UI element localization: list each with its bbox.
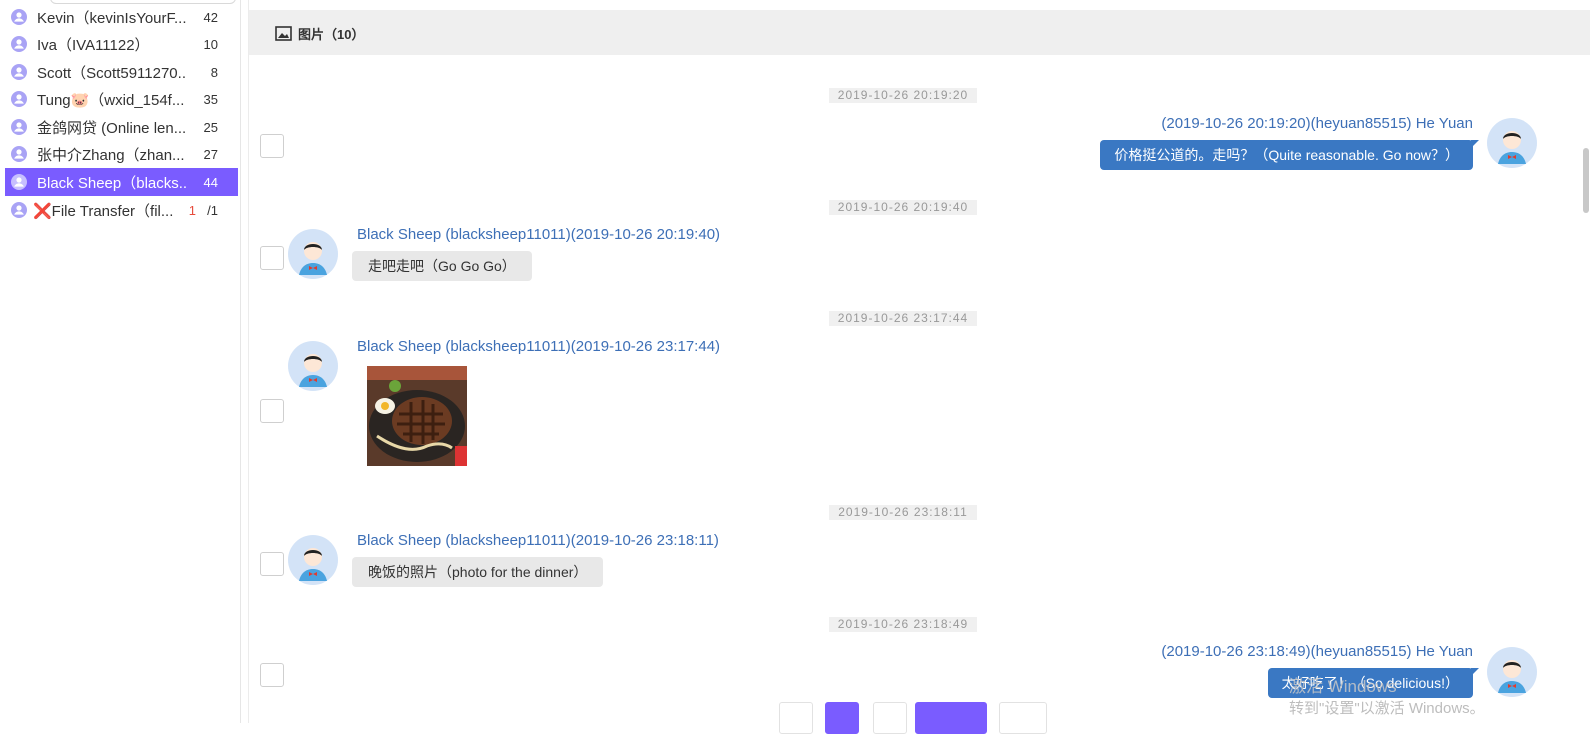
- contact-item[interactable]: 金鸽网贷 (Online len... 25: [5, 113, 238, 141]
- message-timestamp: 2019-10-26 20:19:20: [829, 88, 977, 103]
- user-icon: [11, 202, 27, 218]
- message-count: 35: [203, 91, 218, 107]
- message-count: 8: [210, 64, 218, 80]
- pager-page-button-active[interactable]: [825, 702, 859, 734]
- user-icon: [11, 36, 27, 52]
- message-bubble-incoming[interactable]: 晚饭的照片（photo for the dinner）: [352, 557, 604, 587]
- message-count: 42: [203, 9, 218, 25]
- tab-images[interactable]: 图片（10）: [275, 22, 364, 44]
- sender-name[interactable]: Black Sheep (blacksheep11011)(2019-10-26…: [357, 532, 719, 549]
- user-icon: [11, 174, 27, 190]
- message-select-checkbox[interactable]: [260, 399, 284, 423]
- avatar[interactable]: [288, 535, 338, 585]
- message-count: 25: [203, 119, 218, 135]
- contact-name: Tung🐷（wxid_154f...: [37, 91, 185, 109]
- contact-item-active[interactable]: Black Sheep（blacks... 44: [5, 168, 238, 196]
- contact-item[interactable]: Tung🐷（wxid_154f... 35: [5, 85, 238, 113]
- user-icon: [11, 9, 27, 25]
- user-icon: [11, 91, 27, 107]
- user-icon: [11, 64, 27, 80]
- message-bubble-outgoing[interactable]: 价格挺公道的。走吗？（Quite reasonable. Go now？）: [1100, 140, 1479, 170]
- activation-watermark-title: 激活 Windows: [1289, 677, 1397, 696]
- avatar[interactable]: [288, 229, 338, 279]
- contact-item[interactable]: Scott（Scott5911270... 8: [5, 58, 238, 86]
- contact-name: 金鸽网贷 (Online len...: [37, 119, 187, 137]
- sender-name[interactable]: (2019-10-26 23:18:49)(heyuan85515) He Yu…: [1161, 643, 1473, 660]
- pager-next-button[interactable]: [999, 702, 1047, 734]
- contact-sidebar: Kevin（kevinIsYourF... 42 Iva（IVA11122） 1…: [0, 0, 241, 723]
- chat-panel: 图片（10） 2019-10-26 20:19:20 (2019-10-26 2…: [248, 0, 1590, 734]
- image-icon: [275, 25, 292, 41]
- message-timestamp: 2019-10-26 23:17:44: [829, 311, 977, 326]
- unread-count: 1: [188, 202, 196, 218]
- dinner-photo[interactable]: [367, 366, 467, 466]
- media-tabbar: 图片（10）: [249, 10, 1590, 55]
- contact-item[interactable]: ❌File Transfer（fil... 1 /1: [5, 196, 238, 224]
- contact-item[interactable]: Kevin（kevinIsYourF... 42: [5, 3, 238, 31]
- sender-name[interactable]: (2019-10-26 20:19:20)(heyuan85515) He Yu…: [1161, 115, 1473, 132]
- avatar[interactable]: [1487, 118, 1537, 168]
- activation-watermark-text: 转到"设置"以激活 Windows。: [1289, 700, 1485, 717]
- message-total: /1: [207, 202, 218, 218]
- contact-item[interactable]: Iva（IVA11122） 10: [5, 30, 238, 58]
- message-bubble-incoming[interactable]: 走吧走吧（Go Go Go）: [352, 251, 532, 281]
- message-timestamp: 2019-10-26 23:18:11: [829, 505, 977, 520]
- message-timestamp: 2019-10-26 20:19:40: [829, 200, 977, 215]
- contact-name: Kevin（kevinIsYourF...: [37, 9, 187, 27]
- avatar[interactable]: [288, 341, 338, 391]
- contact-name: Scott（Scott5911270...: [37, 64, 187, 82]
- message-select-checkbox[interactable]: [260, 552, 284, 576]
- sender-name[interactable]: Black Sheep (blacksheep11011)(2019-10-26…: [357, 338, 720, 355]
- avatar[interactable]: [1487, 647, 1537, 697]
- message-select-checkbox[interactable]: [260, 663, 284, 687]
- message-select-checkbox[interactable]: [260, 134, 284, 158]
- tab-images-label: 图片（10）: [298, 26, 365, 42]
- message-count: 27: [203, 146, 218, 162]
- chat-scrollbar[interactable]: [1583, 148, 1589, 213]
- user-icon: [11, 146, 27, 162]
- message-timestamp: 2019-10-26 23:18:49: [829, 617, 977, 632]
- contact-item[interactable]: 张中介Zhang（zhan... 27: [5, 140, 238, 168]
- message-count: 44: [203, 174, 218, 190]
- contact-name: 张中介Zhang（zhan...: [37, 146, 185, 164]
- contact-name: ❌File Transfer（fil...: [33, 202, 174, 220]
- message-count: 10: [203, 36, 218, 52]
- contact-name: Iva（IVA11122）: [37, 36, 150, 54]
- message-select-checkbox[interactable]: [260, 246, 284, 270]
- pager-page-button[interactable]: [873, 702, 907, 734]
- user-icon: [11, 119, 27, 135]
- pager-jump-button[interactable]: [915, 702, 987, 734]
- contact-name: Black Sheep（blacks...: [37, 174, 187, 192]
- sender-name[interactable]: Black Sheep (blacksheep11011)(2019-10-26…: [357, 226, 720, 243]
- pager-prev-button[interactable]: [779, 702, 813, 734]
